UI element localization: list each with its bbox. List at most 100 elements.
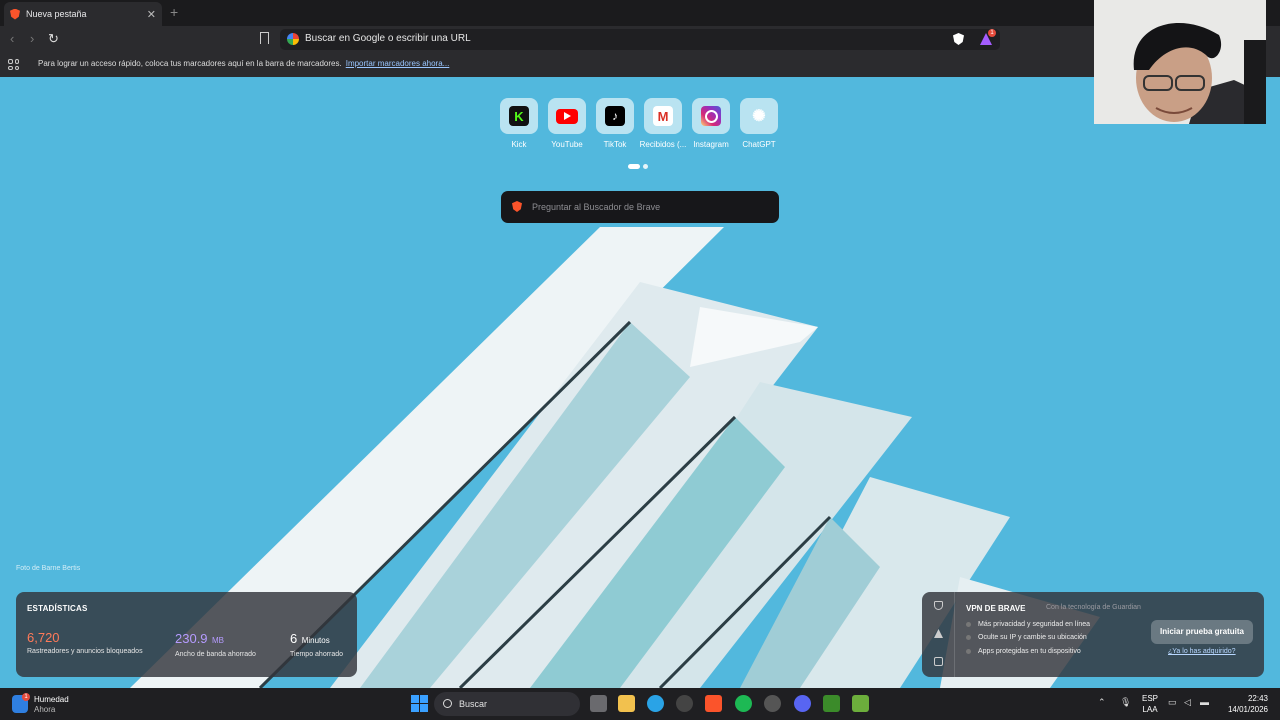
- vpn-powered-by: Con la tecnología de Guardian: [1046, 604, 1141, 611]
- reload-icon[interactable]: ↻: [48, 31, 59, 47]
- top-site-label: YouTube: [551, 140, 583, 149]
- taskbar-search-label: Buscar: [459, 699, 488, 709]
- chatgpt-taskbar-icon[interactable]: [764, 695, 781, 712]
- brave-search-icon: [512, 201, 522, 212]
- clock-time: 22:43: [1247, 694, 1268, 703]
- youtube-icon: [556, 108, 578, 124]
- task-view-icon[interactable]: [590, 695, 607, 712]
- top-site-label: Kick: [511, 140, 527, 149]
- vpn-widget: VPN DE BRAVE Con la tecnología de Guardi…: [922, 592, 1264, 677]
- brave-icon: [10, 8, 20, 20]
- weather-subtitle: Ahora: [34, 705, 56, 714]
- stat-time: 6 Minutos Tiempo ahorrado: [290, 630, 343, 658]
- microphone-icon[interactable]: 🎙: [1120, 697, 1131, 708]
- tab-strip: Nueva pestaña ✕ +: [0, 0, 1280, 26]
- taskbar: 1 Humedad Ahora Buscar ⌃ 🎙 ESP LAA ▭ ◁ ▬…: [0, 688, 1280, 720]
- already-purchased-link[interactable]: ¿Ya lo has adquirido?: [1168, 648, 1236, 655]
- volume-icon[interactable]: ◁: [1184, 697, 1191, 708]
- lang-primary: ESP: [1142, 694, 1159, 703]
- discord-icon[interactable]: [794, 695, 811, 712]
- vpn-feature: Oculte su IP y cambie su ubicación: [966, 634, 1087, 641]
- top-site-youtube[interactable]: YouTube: [548, 98, 586, 149]
- kick-icon: K: [509, 106, 529, 126]
- weather-badge: 1: [22, 693, 30, 701]
- stat-trackers: 6,720 Rastreadores y anuncios bloqueados: [27, 630, 143, 655]
- top-site-kick[interactable]: K Kick: [500, 98, 538, 149]
- talk-video-icon[interactable]: [934, 657, 943, 666]
- stat-bandwidth-value: 230.9: [175, 631, 208, 646]
- taskbar-search[interactable]: Buscar: [434, 692, 580, 716]
- tray-chevron-icon[interactable]: ⌃: [1098, 697, 1106, 708]
- edge-icon[interactable]: [647, 695, 664, 712]
- top-sites: K Kick YouTube ♪ TikTok M Recibidos (...…: [500, 98, 778, 149]
- language-indicator[interactable]: ESP LAA: [1142, 693, 1158, 715]
- brave-taskbar-icon[interactable]: [705, 695, 722, 712]
- stat-time-unit: Minutos: [301, 636, 330, 645]
- gmail-icon: M: [653, 106, 673, 126]
- clock[interactable]: 22:43 14/01/2026: [1228, 693, 1268, 715]
- file-explorer-icon[interactable]: [618, 695, 635, 712]
- back-icon[interactable]: ‹: [10, 31, 14, 46]
- top-site-chatgpt[interactable]: ✺ ChatGPT: [740, 98, 778, 149]
- top-sites-pager[interactable]: [628, 164, 648, 169]
- stat-time-value: 6: [290, 631, 298, 646]
- forward-icon[interactable]: ›: [30, 31, 34, 46]
- search-placeholder[interactable]: Preguntar al Buscador de Brave: [532, 202, 660, 212]
- start-icon[interactable]: [411, 695, 428, 712]
- top-site-gmail[interactable]: M Recibidos (...: [640, 98, 686, 149]
- search-icon: [443, 699, 452, 708]
- vpn-feature: Más privacidad y seguridad en línea: [966, 621, 1090, 628]
- webcam-overlay: [1094, 0, 1266, 124]
- address-bar[interactable]: Buscar en Google o escribir una URL 1: [280, 29, 1000, 50]
- stat-bandwidth-unit: MB: [212, 636, 224, 645]
- stat-trackers-value: 6,720: [27, 630, 60, 645]
- stat-time-caption: Tiempo ahorrado: [290, 651, 344, 658]
- top-site-tiktok[interactable]: ♪ TikTok: [596, 98, 634, 149]
- network-icon[interactable]: ▭: [1168, 697, 1177, 708]
- vpn-feature: Apps protegidas en tu dispositivo: [966, 648, 1081, 655]
- google-icon: [287, 33, 299, 45]
- stats-widget: ESTADÍSTICAS 6,720 Rastreadores y anunci…: [16, 592, 357, 677]
- import-bookmarks-link[interactable]: Importar marcadores ahora...: [346, 59, 450, 68]
- rewards-triangle-icon[interactable]: [934, 629, 943, 638]
- battery-icon[interactable]: ▬: [1200, 697, 1209, 707]
- pager-dot[interactable]: [643, 164, 648, 169]
- new-tab-button[interactable]: +: [170, 4, 178, 20]
- rewards-badge: 1: [988, 29, 996, 37]
- vpn-title: VPN DE BRAVE: [966, 604, 1026, 613]
- stat-bandwidth: 230.9 MB Ancho de banda ahorrado: [175, 630, 256, 658]
- address-placeholder[interactable]: Buscar en Google o escribir una URL: [305, 33, 471, 44]
- stat-bandwidth-caption: Ancho de banda ahorrado: [175, 651, 256, 658]
- bookmarks-bar: Para lograr un acceso rápido, coloca tus…: [0, 53, 1280, 77]
- vpn-shield-icon[interactable]: [934, 601, 943, 610]
- weather-title: Humedad: [34, 695, 69, 704]
- apps-grid-icon[interactable]: [8, 59, 19, 70]
- minecraft-icon[interactable]: [823, 695, 840, 712]
- photo-credit[interactable]: Foto de Barne Bertis: [16, 565, 80, 572]
- minecraft-launcher-icon[interactable]: [852, 695, 869, 712]
- instagram-icon: [701, 106, 721, 126]
- clock-date: 14/01/2026: [1227, 705, 1268, 714]
- start-trial-button[interactable]: Iniciar prueba gratuita: [1151, 620, 1253, 644]
- stats-heading: ESTADÍSTICAS: [27, 604, 88, 613]
- bookmark-icon[interactable]: [260, 32, 269, 44]
- tiktok-icon: ♪: [605, 106, 625, 126]
- bookmarks-hint: Para lograr un acceso rápido, coloca tus…: [38, 59, 450, 68]
- lang-secondary: LAA: [1142, 705, 1158, 714]
- tab-new-tab[interactable]: Nueva pestaña ✕: [4, 2, 162, 26]
- toolbar: ‹ › ↻ Buscar en Google o escribir una UR…: [0, 26, 1280, 53]
- close-icon[interactable]: ✕: [147, 8, 156, 21]
- brave-search-box[interactable]: Preguntar al Buscador de Brave: [501, 191, 779, 223]
- app-icon[interactable]: [676, 695, 693, 712]
- top-site-label: TikTok: [603, 140, 627, 149]
- chatgpt-icon: ✺: [752, 108, 766, 125]
- pager-dot-active[interactable]: [628, 164, 640, 169]
- top-site-label: Recibidos (...: [639, 140, 687, 149]
- spotify-icon[interactable]: [735, 695, 752, 712]
- brave-shields-icon[interactable]: [953, 33, 964, 45]
- top-site-label: Instagram: [693, 140, 729, 149]
- widget-switcher: [922, 592, 955, 677]
- top-site-label: ChatGPT: [742, 140, 776, 149]
- top-site-instagram[interactable]: Instagram: [692, 98, 730, 149]
- tab-title: Nueva pestaña: [26, 9, 87, 19]
